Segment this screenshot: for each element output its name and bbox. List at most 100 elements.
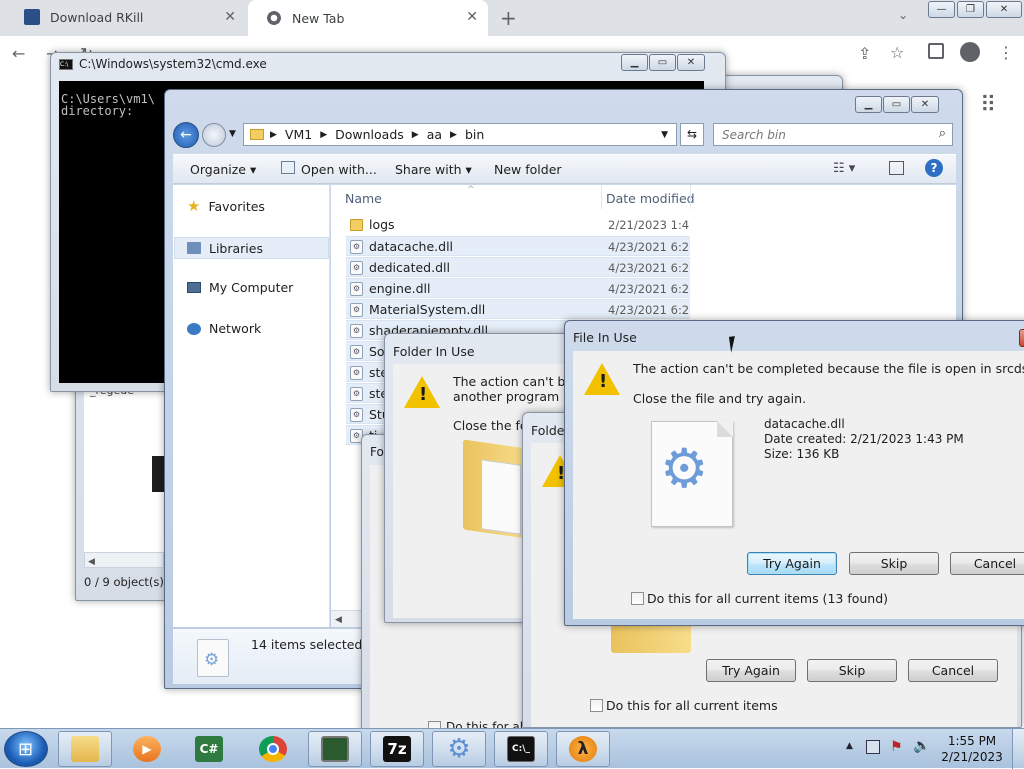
warning-icon: !: [584, 363, 620, 395]
cancel-button[interactable]: Cancel: [950, 552, 1024, 575]
scroll-left-icon[interactable]: ◀: [335, 615, 342, 625]
file-date-cell: 4/23/2021 6:20 A: [602, 278, 690, 298]
refresh-icon[interactable]: ⇆: [680, 123, 704, 146]
back-arrow-icon[interactable]: ←: [12, 44, 25, 63]
tab-search-chevron-icon[interactable]: ⌄: [898, 8, 908, 22]
share-icon[interactable]: ⇪: [858, 44, 871, 63]
show-desktop-button[interactable]: [1012, 729, 1024, 769]
start-button[interactable]: ⊞: [4, 731, 48, 767]
cmd-minimize-button[interactable]: ▁: [621, 54, 648, 71]
breadcrumb-arrow-icon[interactable]: ▶: [320, 130, 327, 140]
open-with-button[interactable]: Open with...: [301, 162, 377, 177]
explorer-minimize-button[interactable]: ▁: [855, 96, 882, 113]
taskbar-media-player[interactable]: ▶: [120, 731, 174, 767]
cmd-close-button[interactable]: ✕: [677, 54, 705, 71]
browser-maximize-button[interactable]: ❐: [957, 1, 984, 18]
cmd-title-text: C:\Windows\system32\cmd.exe: [79, 57, 267, 71]
network-tray-icon[interactable]: [866, 740, 880, 754]
kebab-menu-icon[interactable]: ⋮: [998, 43, 1014, 62]
taskbar-task-manager[interactable]: [308, 731, 362, 767]
bookmark-star-icon[interactable]: ☆: [890, 43, 904, 62]
breadcrumb-arrow-icon[interactable]: ▶: [270, 130, 277, 140]
side-panel-icon[interactable]: [928, 43, 944, 59]
back-button[interactable]: ←: [173, 122, 199, 148]
try-again-button[interactable]: Try Again: [747, 552, 837, 575]
taskbar-chrome[interactable]: [246, 731, 300, 767]
nav-my-computer-label: My Computer: [209, 280, 294, 295]
breadcrumb-downloads[interactable]: Downloads: [335, 127, 404, 142]
do-this-for-all-checkbox[interactable]: [631, 592, 644, 605]
explorer-maximize-button[interactable]: ▭: [883, 96, 910, 113]
clock[interactable]: 1:55 PM 2/21/2023: [940, 733, 1004, 765]
address-dropdown-icon[interactable]: ▼: [661, 130, 668, 140]
column-header-date[interactable]: Date modified: [606, 191, 695, 206]
file-in-use-dialog[interactable]: File In Use ! The action can't be comple…: [564, 320, 1024, 626]
taskbar-7zip[interactable]: 7z: [370, 731, 424, 767]
open-with-icon: [281, 161, 295, 174]
address-bar[interactable]: ▶ VM1 ▶ Downloads ▶ aa ▶ bin ▼: [243, 123, 677, 146]
recent-pages-chevron-icon[interactable]: ▼: [229, 129, 236, 139]
view-options-icon[interactable]: ☷ ▾: [833, 161, 855, 176]
search-box[interactable]: Search bin ⌕: [713, 123, 953, 146]
breadcrumb-arrow-icon[interactable]: ▶: [412, 130, 419, 140]
breadcrumb-vm1[interactable]: VM1: [285, 127, 312, 142]
file-row[interactable]: logs 2/21/2023 1:49 P: [346, 215, 690, 235]
breadcrumb-bin[interactable]: bin: [465, 127, 484, 142]
action-center-flag-icon[interactable]: ⚑: [890, 739, 903, 755]
tab-new-tab[interactable]: New Tab ✕: [248, 0, 488, 36]
do-this-for-all-label-2: Do this for all current items: [606, 698, 778, 713]
file-row[interactable]: ⚙ datacache.dll 4/23/2021 6:20 A: [346, 236, 690, 256]
forward-button[interactable]: [202, 123, 226, 147]
nav-network[interactable]: Network: [187, 321, 261, 336]
nav-libraries[interactable]: Libraries: [174, 237, 329, 259]
nav-my-computer[interactable]: My Computer: [187, 280, 293, 295]
explorer-window-controls: ▁ ▭ ✕: [855, 96, 939, 113]
file-in-use-close-text: Close the file and try again.: [633, 391, 807, 406]
breadcrumb-aa[interactable]: aa: [427, 127, 442, 142]
sort-arrow-icon: ^: [467, 185, 475, 195]
new-folder-button[interactable]: New folder: [494, 162, 562, 177]
cmd-title: C:\ C:\Windows\system32\cmd.exe: [59, 57, 267, 71]
tab-download-rkill[interactable]: Download RKill ✕: [6, 0, 246, 34]
taskbar-file-operation[interactable]: ⚙: [432, 731, 486, 767]
google-apps-grid-icon[interactable]: ⠿: [980, 93, 996, 118]
search-icon[interactable]: ⌕: [939, 126, 946, 141]
file-name-text: engine.dll: [369, 281, 431, 296]
background-scrollbar[interactable]: ◀: [84, 552, 164, 568]
volume-icon[interactable]: 🔈: [913, 738, 930, 754]
cmd-maximize-button[interactable]: ▭: [649, 54, 676, 71]
selection-status: 14 items selected: [251, 637, 363, 652]
column-header-name[interactable]: Name: [345, 191, 382, 206]
nav-favorites[interactable]: ★ Favorites: [187, 197, 265, 215]
skip-button[interactable]: Skip: [849, 552, 939, 575]
share-with-menu[interactable]: Share with ▾: [395, 162, 472, 177]
organize-menu[interactable]: Organize ▾: [190, 162, 256, 177]
explorer-close-button[interactable]: ✕: [911, 96, 939, 113]
help-icon[interactable]: ?: [925, 159, 943, 177]
preview-pane-icon[interactable]: [889, 161, 904, 175]
profile-avatar-icon[interactable]: [960, 42, 980, 62]
do-this-for-all-label: Do this for all current items (13 found): [647, 591, 889, 606]
taskbar-csharp[interactable]: C#: [182, 731, 236, 767]
file-row[interactable]: ⚙ MaterialSystem.dll 4/23/2021 6:20 A: [346, 299, 690, 319]
breadcrumb-arrow-icon[interactable]: ▶: [450, 130, 457, 140]
new-tab-plus-icon[interactable]: +: [500, 6, 517, 30]
taskbar-cmd[interactable]: C:\_: [494, 731, 548, 767]
try-again-button-2[interactable]: Try Again: [706, 659, 796, 682]
skip-button-2[interactable]: Skip: [807, 659, 897, 682]
file-row[interactable]: ⚙ engine.dll 4/23/2021 6:20 A: [346, 278, 690, 298]
close-tab-icon[interactable]: ✕: [466, 9, 478, 25]
file-row[interactable]: ⚙ dedicated.dll 4/23/2021 6:20 A: [346, 257, 690, 277]
cancel-button-2[interactable]: Cancel: [908, 659, 998, 682]
scroll-left-icon[interactable]: ◀: [88, 557, 95, 567]
browser-close-button[interactable]: ✕: [986, 1, 1022, 18]
taskbar-half-life[interactable]: λ: [556, 731, 610, 767]
browser-minimize-button[interactable]: —: [928, 1, 955, 18]
file-in-use-message: The action can't be completed because th…: [633, 361, 1024, 376]
taskbar-explorer[interactable]: [58, 731, 112, 767]
do-this-for-all-checkbox-2[interactable]: [590, 699, 603, 712]
close-tab-icon[interactable]: ✕: [224, 9, 236, 25]
folder-address-icon: [250, 129, 264, 140]
show-hidden-icons-icon[interactable]: ▲: [846, 741, 853, 751]
file-in-use-close-button[interactable]: [1019, 329, 1024, 347]
